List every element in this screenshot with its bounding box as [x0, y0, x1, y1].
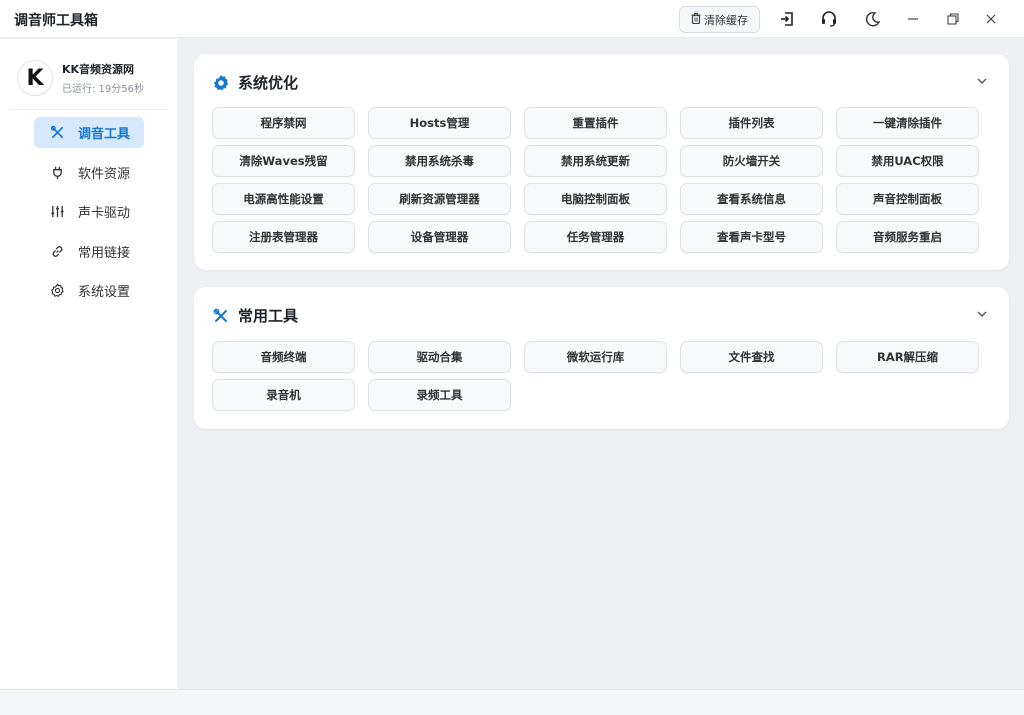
- gear-icon: [48, 282, 66, 300]
- btn-hosts-manage[interactable]: Hosts管理: [368, 107, 511, 139]
- btn-driver-collection[interactable]: 驱动合集: [368, 341, 511, 373]
- chevron-down-icon[interactable]: [975, 307, 989, 321]
- section-title: 常用工具: [238, 307, 299, 325]
- avatar: K: [17, 60, 53, 96]
- btn-screen-record[interactable]: 录频工具: [368, 379, 511, 411]
- sidebar-item-links[interactable]: 常用链接: [34, 236, 144, 267]
- btn-power-performance[interactable]: 电源高性能设置: [212, 183, 355, 215]
- moon-icon[interactable]: [862, 8, 884, 30]
- divider: [10, 109, 168, 110]
- link-icon: [48, 242, 66, 260]
- btn-clear-waves[interactable]: 清除Waves残留: [212, 145, 355, 177]
- gear-icon: [212, 74, 230, 92]
- button-grid: 音频终端 驱动合集 微软运行库 文件查找 RAR解压缩 录音机 录频工具: [212, 341, 983, 411]
- btn-rar-extract[interactable]: RAR解压缩: [836, 341, 979, 373]
- sidebar-item-settings[interactable]: 系统设置: [34, 275, 144, 306]
- sidebar-item-label: 常用链接: [78, 245, 131, 261]
- section-title: 系统优化: [238, 74, 299, 92]
- btn-disable-antivirus[interactable]: 禁用系统杀毒: [368, 145, 511, 177]
- sidebar-item-label: 声卡驱动: [78, 206, 131, 221]
- headset-icon[interactable]: [818, 8, 840, 30]
- btn-soundcard-model[interactable]: 查看声卡型号: [680, 221, 823, 253]
- btn-file-search[interactable]: 文件查找: [680, 341, 823, 373]
- btn-program-block-net[interactable]: 程序禁网: [212, 107, 355, 139]
- section-header: 系统优化: [212, 72, 298, 93]
- sidebar-item-software[interactable]: 软件资源: [34, 157, 144, 188]
- profile-name: KK音频资源网: [62, 63, 135, 76]
- btn-system-info[interactable]: 查看系统信息: [680, 183, 823, 215]
- plug-icon: [48, 163, 66, 181]
- close-icon[interactable]: [980, 8, 1002, 30]
- btn-ms-runtime[interactable]: 微软运行库: [524, 341, 667, 373]
- btn-registry-editor[interactable]: 注册表管理器: [212, 221, 355, 253]
- sidebar-nav: 调音工具 软件资源 声卡驱动 常用链接 系统设置: [34, 117, 174, 315]
- btn-disable-uac[interactable]: 禁用UAC权限: [836, 145, 979, 177]
- sidebar-item-label: 调音工具: [78, 127, 131, 142]
- sliders-icon: [48, 203, 66, 221]
- btn-clear-plugins[interactable]: 一键清除插件: [836, 107, 979, 139]
- status-bar: [0, 689, 1024, 715]
- btn-refresh-explorer[interactable]: 刷新资源管理器: [368, 183, 511, 215]
- btn-audio-terminal[interactable]: 音频终端: [212, 341, 355, 373]
- tools-icon: [48, 124, 66, 142]
- sidebar-item-label: 系统设置: [78, 285, 131, 300]
- trash-icon: [691, 12, 701, 27]
- app-title: 调音师工具箱: [14, 13, 98, 29]
- sidebar-item-label: 软件资源: [78, 166, 131, 182]
- btn-device-manager[interactable]: 设备管理器: [368, 221, 511, 253]
- btn-control-panel[interactable]: 电脑控制面板: [524, 183, 667, 215]
- section-header: 常用工具: [212, 305, 298, 326]
- btn-disable-updates[interactable]: 禁用系统更新: [524, 145, 667, 177]
- minimize-icon[interactable]: [902, 8, 924, 30]
- button-grid: 程序禁网 Hosts管理 重置插件 插件列表 一键清除插件 清除Waves残留 …: [212, 107, 983, 253]
- tools-icon: [212, 307, 230, 325]
- section-system-optimize: 系统优化 程序禁网 Hosts管理 重置插件 插件列表 一键清除插件 清除Wav…: [194, 54, 1009, 270]
- clear-cache-label: 清除缓存: [704, 13, 748, 27]
- runtime-label: 已运行: 19分56秒: [62, 84, 144, 95]
- btn-sound-control[interactable]: 声音控制面板: [836, 183, 979, 215]
- sidebar-item-sound-driver[interactable]: 声卡驱动: [34, 196, 144, 227]
- btn-firewall-toggle[interactable]: 防火墙开关: [680, 145, 823, 177]
- btn-audio-service-restart[interactable]: 音频服务重启: [836, 221, 979, 253]
- sidebar-item-tuning-tools[interactable]: 调音工具: [34, 117, 144, 148]
- sidebar: K KK音频资源网 已运行: 19分56秒 调音工具 软件资源 声卡驱动 常用链…: [0, 39, 179, 689]
- btn-reset-plugins[interactable]: 重置插件: [524, 107, 667, 139]
- profile: K KK音频资源网 已运行: 19分56秒: [17, 60, 144, 96]
- btn-plugin-list[interactable]: 插件列表: [680, 107, 823, 139]
- clear-cache-button[interactable]: 清除缓存: [679, 6, 760, 33]
- title-bar: 调音师工具箱 清除缓存: [0, 0, 1024, 38]
- btn-recorder[interactable]: 录音机: [212, 379, 355, 411]
- chevron-down-icon[interactable]: [975, 74, 989, 88]
- section-common-tools: 常用工具 音频终端 驱动合集 微软运行库 文件查找 RAR解压缩 录音机 录频工…: [194, 287, 1009, 429]
- restore-icon[interactable]: [942, 8, 964, 30]
- btn-task-manager[interactable]: 任务管理器: [524, 221, 667, 253]
- exit-icon[interactable]: [776, 8, 798, 30]
